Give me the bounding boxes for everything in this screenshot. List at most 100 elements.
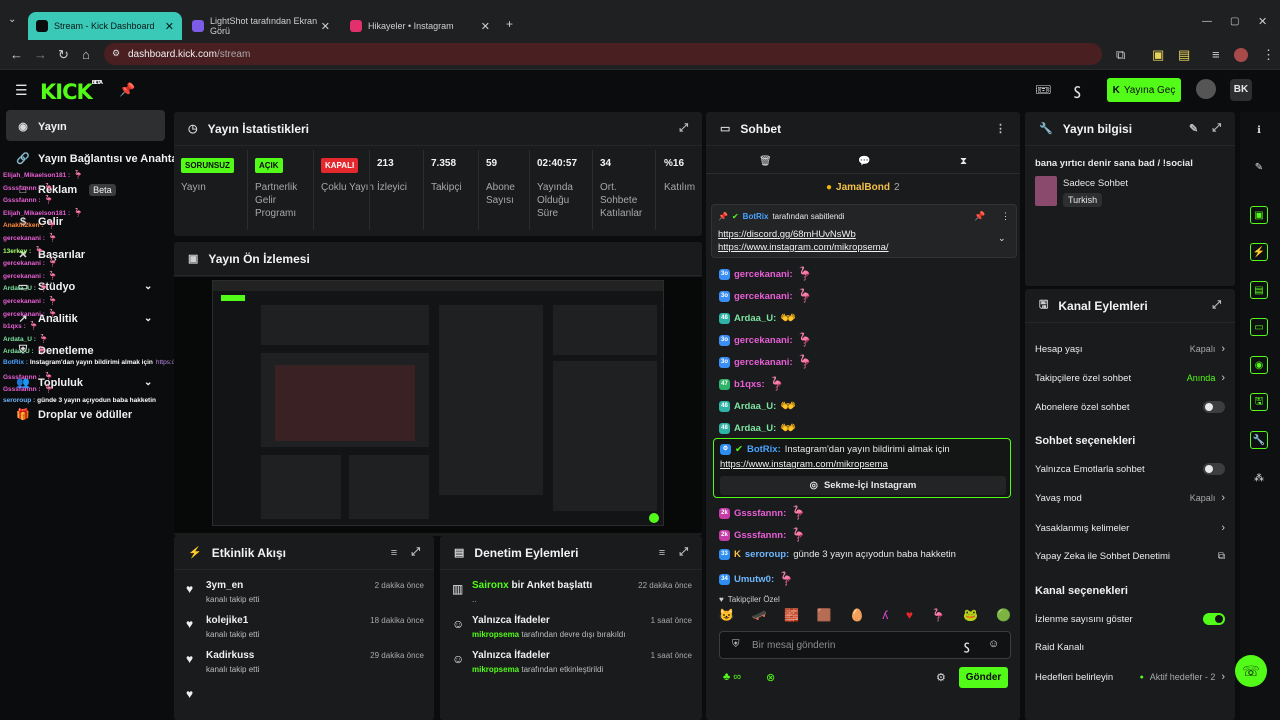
- expand-icon[interactable]: ⤢: [679, 546, 688, 559]
- activity-user[interactable]: 3ym_en: [206, 580, 243, 591]
- setting-row[interactable]: Yavaş mod Kapalı ›: [1035, 492, 1225, 504]
- edit-icon[interactable]: ✎: [1250, 158, 1268, 176]
- chevron-right-icon[interactable]: ›: [1221, 671, 1225, 683]
- toggle-switch[interactable]: [1203, 463, 1225, 475]
- close-window-icon[interactable]: ✕: [1258, 15, 1267, 28]
- instagram-button[interactable]: ◎ Sekme-İçi Instagram: [720, 476, 1006, 495]
- setting-row[interactable]: Yapay Zeka ile Sohbet Denetimi ⧉: [1035, 551, 1225, 562]
- chevron-right-icon[interactable]: ›: [1221, 522, 1225, 534]
- pin-icon[interactable]: 📌: [119, 82, 135, 98]
- setting-row[interactable]: Yalnızca Emotlarla sohbet: [1035, 463, 1225, 475]
- emote-icon[interactable]: 🛹: [752, 608, 767, 626]
- setting-row[interactable]: Hedefleri belirleyin ● Aktif hedefler - 2 ›: [1035, 671, 1225, 683]
- chevron-down-icon[interactable]: ⌄: [144, 377, 152, 388]
- hourglass-icon[interactable]: ⧗: [960, 156, 967, 167]
- url-field[interactable]: ⚙ dashboard.kick.com/stream: [104, 43, 1102, 65]
- chat-user[interactable]: b1qxs:: [734, 379, 765, 390]
- flamingo-emote-icon[interactable]: 🦩: [931, 608, 946, 626]
- emoji-icon[interactable]: ☺: [988, 638, 999, 650]
- tag-chip[interactable]: Turkish: [1063, 193, 1103, 207]
- forward-icon[interactable]: →: [34, 47, 47, 62]
- emote-icon[interactable]: 🧱: [784, 608, 799, 626]
- external-link-icon[interactable]: ⧉: [1218, 551, 1225, 562]
- chat-user[interactable]: seroroup:: [745, 549, 789, 560]
- discord-link[interactable]: https://discord.gg/68mHUvNsWb: [718, 229, 856, 240]
- tab-kick-dashboard[interactable]: Stream - Kick Dashboard ✕: [28, 12, 182, 40]
- setting-row[interactable]: İzlenme sayısını göster: [1035, 613, 1225, 625]
- unpin-icon[interactable]: 📌: [974, 211, 985, 222]
- browser-menu-icon[interactable]: ⋮: [1262, 47, 1275, 63]
- user-avatar[interactable]: [1196, 79, 1216, 99]
- points-icon[interactable]: ♣ ∞: [723, 671, 741, 683]
- setting-row[interactable]: Raid Kanalı: [1035, 642, 1225, 653]
- chat-user[interactable]: gercekanani:: [734, 357, 793, 368]
- edit-icon[interactable]: ✎: [1189, 122, 1198, 135]
- back-icon[interactable]: ←: [10, 47, 23, 62]
- emote-icon[interactable]: ʎ: [882, 608, 888, 626]
- maximize-icon[interactable]: ▢: [1230, 16, 1239, 27]
- heart-emote-icon[interactable]: ♥: [906, 608, 913, 626]
- chat-user[interactable]: Gsssfannn:: [734, 530, 786, 541]
- chevron-right-icon[interactable]: ›: [1221, 372, 1225, 384]
- toggle-switch[interactable]: [1203, 613, 1225, 625]
- go-live-button[interactable]: K Yayına Geç: [1107, 78, 1181, 102]
- chat-user[interactable]: Ardaa_U:: [734, 423, 776, 434]
- translate-icon[interactable]: Ꚃ: [964, 639, 969, 653]
- moderation-actor[interactable]: mikropsema: [472, 665, 519, 674]
- emote-icon[interactable]: 🥚: [850, 608, 865, 626]
- chevron-right-icon[interactable]: ›: [1221, 492, 1225, 504]
- close-tab-icon[interactable]: ✕: [321, 20, 330, 33]
- chat-user[interactable]: Ardaa_U:: [734, 401, 776, 412]
- sidebar-item-9[interactable]: 🎁 Droplar ve ödüller: [16, 408, 132, 422]
- moderation-actor[interactable]: mikropsema: [472, 630, 519, 639]
- chat-toggle-icon[interactable]: ▭: [1250, 318, 1268, 336]
- activity-toggle-icon[interactable]: ⚡: [1250, 243, 1268, 261]
- setting-row[interactable]: Hesap yaşı Kapalı ›: [1035, 343, 1225, 355]
- chevron-down-icon[interactable]: ⌄: [144, 313, 152, 324]
- send-button[interactable]: Gönder: [959, 667, 1008, 688]
- close-tab-icon[interactable]: ✕: [481, 20, 490, 33]
- info-toggle-icon[interactable]: 🔧: [1250, 431, 1268, 449]
- expand-icon[interactable]: ⤢: [679, 122, 688, 135]
- translate-icon[interactable]: ▤: [1178, 47, 1190, 63]
- site-info-icon[interactable]: ⚙: [112, 48, 120, 59]
- activity-user[interactable]: Kadirkuss: [206, 650, 254, 661]
- emote-icon[interactable]: 🐸: [963, 608, 978, 626]
- settings-gear-icon[interactable]: ⚙: [936, 671, 946, 684]
- speech-icon[interactable]: 💬: [858, 156, 870, 167]
- sidebar-item-0[interactable]: ◉ Yayın: [16, 120, 67, 134]
- category-name[interactable]: Sadece Sohbet: [1063, 178, 1128, 189]
- emote-icon[interactable]: 🟫: [817, 608, 832, 626]
- chat-user[interactable]: Umutw0:: [734, 574, 774, 585]
- instagram-link[interactable]: https://www.instagram.com/mikropsema/: [718, 242, 889, 253]
- stats-toggle-icon[interactable]: ◉: [1250, 356, 1268, 374]
- kick-k-icon[interactable]: ⊗: [766, 671, 775, 684]
- kick-logo[interactable]: KICKBETA: [40, 80, 103, 104]
- ticket-icon[interactable]: 🎟: [1035, 82, 1052, 98]
- channel-avatar-icon[interactable]: BK: [1230, 79, 1252, 101]
- tab-instagram[interactable]: Hikayeler • Instagram ✕: [342, 12, 498, 40]
- chat-user[interactable]: gercekanani:: [734, 291, 793, 302]
- help-chat-icon[interactable]: ☏: [1235, 655, 1267, 687]
- toggle-switch[interactable]: [1203, 401, 1225, 413]
- home-icon[interactable]: ⌂: [82, 47, 90, 62]
- expand-icon[interactable]: ⤢: [411, 546, 420, 559]
- botrix-link[interactable]: https://www.instagram.com/mikropsema: [720, 459, 888, 470]
- chevron-down-icon[interactable]: ⌄: [998, 233, 1006, 244]
- setting-row[interactable]: Takipçilere özel sohbet Anında ›: [1035, 372, 1225, 384]
- expand-icon[interactable]: ⤢: [1212, 299, 1221, 312]
- reload-icon[interactable]: ↻: [58, 47, 69, 63]
- chat-input[interactable]: ⛨ Bir mesaj gönderin Ꚃ ☺: [719, 631, 1011, 659]
- minimize-icon[interactable]: —: [1202, 16, 1212, 27]
- pinned-menu-icon[interactable]: ⋮: [1001, 211, 1010, 222]
- extensions-icon[interactable]: ⧉: [1116, 47, 1125, 63]
- trash-icon[interactable]: 🗑: [759, 156, 772, 167]
- sidebar-item-1[interactable]: 🔗 Yayın Bağlantısı ve Anahtar: [16, 152, 182, 166]
- moderation-toggle-icon[interactable]: ▤: [1250, 281, 1268, 299]
- tab-lightshot[interactable]: LightShot tarafından Ekran Görü ✕: [184, 12, 338, 40]
- reading-list-icon[interactable]: ≡: [1212, 47, 1220, 62]
- chevron-down-icon[interactable]: ⌄: [144, 281, 152, 292]
- moderation-actor[interactable]: Saironx: [472, 580, 509, 591]
- chevron-right-icon[interactable]: ›: [1221, 343, 1225, 355]
- filter-icon[interactable]: ≡: [391, 547, 397, 559]
